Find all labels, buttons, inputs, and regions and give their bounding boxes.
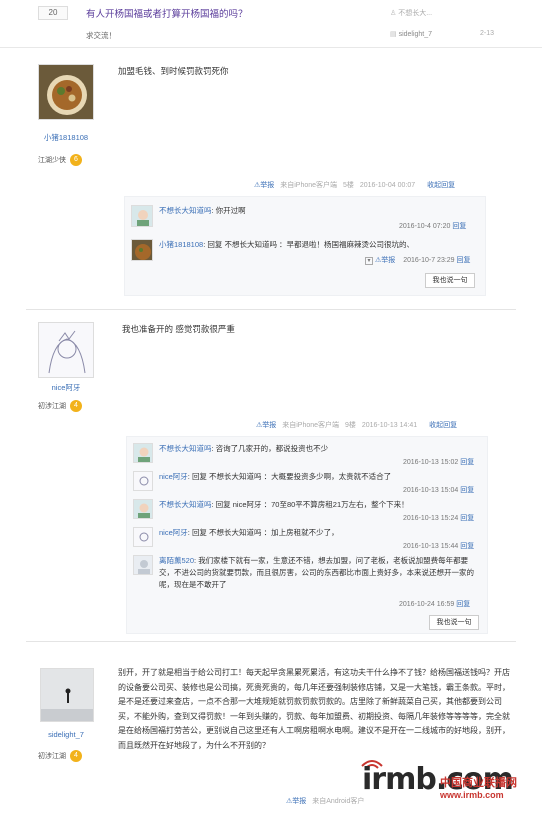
sketch-avatar-icon [39, 323, 93, 377]
reply-item: nice阿牙: 回复 不想长大知道吗 ：加上房租就不少了， [159, 528, 339, 537]
reply-list: 不想长大知道吗: 你开过啊 2016-10-4 07:20 回复 小猪18181… [124, 196, 486, 296]
post-floor-9: nice阿牙 初涉江湖 4 我也准备开的 感觉罚款很严重 ⚠举报 来自iPhone… [26, 312, 516, 642]
sketch-avatar-icon [134, 528, 152, 546]
reply-author[interactable]: 不想长大知道吗 [159, 444, 212, 453]
thread-last-replier[interactable]: ▤ sidelight_7 [390, 30, 432, 38]
reply-item: nice阿牙: 回复 不想长大知道吗 ：大概要投资多少啊，太贵就不适合了 [159, 472, 392, 481]
reply-item: 不想长大知道吗: 咨询了几家开的，都说投资也不少 [159, 444, 329, 453]
reply-button[interactable]: 回复 [456, 601, 470, 608]
reply-time: 2016-10-4 07:20 回复 [399, 223, 467, 230]
thread-title-link[interactable]: 有人开杨国福或者打算开杨国福的吗？ [86, 6, 248, 20]
rank-level-badge: 4 [70, 400, 82, 412]
reply-time: 2016-10-13 15:04 回复 [403, 487, 475, 494]
anime-avatar-icon [134, 444, 152, 462]
anime-avatar-icon [132, 206, 152, 226]
author-rank: 初涉江湖 4 [38, 400, 82, 412]
reply-time: 2016-10-13 15:02 回复 [403, 459, 475, 466]
author-name[interactable]: nice阿牙 [26, 382, 106, 393]
reply-author[interactable]: 不想长大知道吗 [159, 500, 212, 509]
author-rank: 江湖少侠 6 [38, 154, 82, 166]
reply-button[interactable]: 回复 [460, 515, 474, 522]
collapse-replies-link[interactable]: 收起回复 [427, 182, 455, 189]
silhouette-avatar-icon [41, 669, 93, 721]
sketch-avatar-icon [134, 472, 152, 490]
thread-author[interactable]: ♙ 不想长大... [390, 8, 432, 18]
watermark-url: www.irmb.com [440, 790, 504, 800]
reply-item: 不想长大知道吗: 你开过啊 [159, 206, 246, 215]
reply-item: 不想长大知道吗: 回复 nice阿牙 ：70至80平不算房租21万左右，整个下来… [159, 500, 409, 509]
reply-button[interactable]: 回复 [460, 543, 474, 550]
author-rank: 初涉江湖 4 [38, 750, 82, 762]
thread-subtitle: 求交流！ [86, 31, 116, 40]
say-something-button[interactable]: 我也说一句 [425, 273, 475, 288]
post-content: 加盟毛钱、到时候罚款罚死你 [118, 66, 229, 76]
thread-header-row: 20 有人开杨国福或者打算开杨国福的吗？ 求交流！ ♙ 不想长大... ▤ si… [0, 0, 542, 48]
reply-author[interactable]: nice阿牙 [159, 528, 188, 537]
user-icon: ♙ [390, 10, 399, 17]
anime-avatar-icon [134, 500, 152, 518]
collapse-replies-link[interactable]: 收起回复 [429, 422, 457, 429]
reply-count-badge: 20 [38, 6, 68, 20]
reply-icon: ▤ [390, 31, 399, 38]
reply-author[interactable]: 小猪1818108 [159, 240, 203, 249]
reply-button[interactable]: 回复 [460, 487, 474, 494]
reply-author[interactable]: nice阿牙 [159, 472, 188, 481]
reply-button[interactable]: 回复 [457, 257, 471, 264]
reply-time: ▾ ⚠举报 2016-10-7 23:29 回复 [365, 255, 471, 265]
reply-author[interactable]: 不想长大知道吗 [159, 206, 212, 215]
rank-level-badge: 4 [70, 750, 82, 762]
avatar[interactable] [131, 205, 153, 227]
reply-list: 不想长大知道吗: 咨询了几家开的，都说投资也不少 2016-10-13 15:0… [126, 436, 488, 634]
avatar[interactable] [131, 239, 153, 261]
author-name[interactable]: 小猪1818108 [26, 132, 106, 143]
thread-last-date: 2-13 [480, 30, 495, 37]
post-meta: ⚠举报 来自iPhone客户端 9楼 2016-10-13 14:41 收起回复 [256, 422, 458, 429]
post-content: 我也准备开的 感觉罚款很严重 [122, 324, 235, 334]
report-link[interactable]: ⚠举报 [375, 257, 395, 264]
reply-button[interactable]: 回复 [460, 459, 474, 466]
post-meta: ⚠举报 来自iPhone客户端 5楼 2016-10-04 00:07 收起回复 [254, 182, 456, 189]
watermark-site-name: 中国商业联播网 [440, 777, 517, 789]
default-avatar-icon [134, 556, 152, 574]
avatar[interactable] [133, 471, 153, 491]
reply-author[interactable]: 离陌薰520 [159, 556, 194, 565]
food-photo-icon [132, 240, 152, 260]
avatar[interactable] [133, 443, 153, 463]
author-name[interactable]: sidelight_7 [26, 730, 106, 739]
reply-time: 2016-10-13 15:24 回复 [403, 515, 475, 522]
dropdown-icon[interactable]: ▾ [365, 257, 373, 265]
say-something-button[interactable]: 我也说一句 [429, 615, 479, 630]
reply-time: 2016-10-24 16:59 回复 [399, 601, 471, 608]
avatar[interactable] [133, 555, 153, 575]
avatar[interactable] [40, 668, 94, 722]
report-link[interactable]: ⚠举报 [254, 182, 274, 189]
post-content: 别开，开了就是相当于给公司打工！每天起早贪黑累死累活，有这功夫干什么挣不了钱？给… [118, 668, 510, 750]
avatar[interactable] [133, 527, 153, 547]
reply-button[interactable]: 回复 [452, 223, 466, 230]
report-link[interactable]: ⚠举报 [286, 798, 306, 805]
report-link[interactable]: ⚠举报 [256, 422, 276, 429]
post-meta: ⚠举报 来自Android客户 [286, 798, 365, 805]
avatar[interactable] [133, 499, 153, 519]
avatar[interactable] [38, 322, 94, 378]
avatar[interactable] [38, 64, 94, 120]
reply-item: 离陌薰520: 我们家楼下就有一家，生意还不错，想去加盟，问了老板，老板说加盟费… [159, 556, 474, 589]
food-photo-icon [39, 65, 93, 119]
reply-item: 小猪1818108: 回复 不想长大知道吗 ：早都退啦！杨国福麻辣烫公司很坑的、 [159, 240, 415, 249]
post-floor-5: 小猪1818108 江湖少侠 6 加盟毛钱、到时候罚款罚死你 ⚠举报 来自iPho… [26, 48, 516, 310]
reply-time: 2016-10-13 15:44 回复 [403, 543, 475, 550]
rank-level-badge: 6 [70, 154, 82, 166]
